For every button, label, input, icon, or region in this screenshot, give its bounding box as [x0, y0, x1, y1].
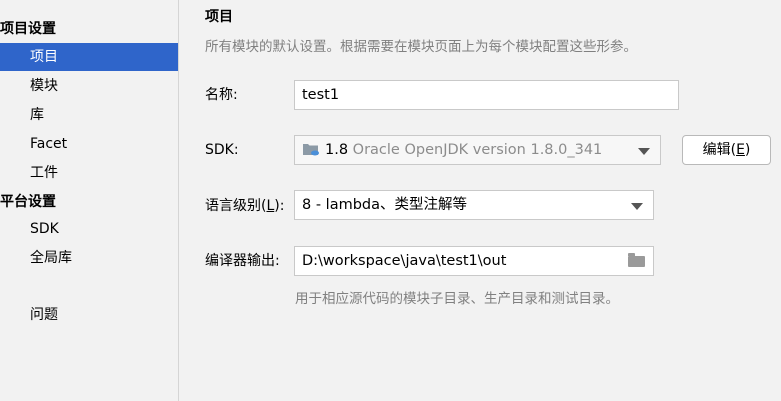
edit-button-mnemonic: E: [736, 142, 745, 158]
compiler-output-hint: 用于相应源代码的模块子目录、生产目录和测试目录。: [295, 291, 619, 307]
sidebar-item-problems[interactable]: 问题: [0, 301, 178, 329]
folder-browse-icon[interactable]: [628, 253, 645, 267]
project-settings-panel: 项目 所有模块的默认设置。根据需要在模块页面上为每个模块配置这些形参。 名称: …: [179, 0, 781, 401]
sidebar-item-modules[interactable]: 模块: [0, 72, 178, 100]
sidebar-item-libraries[interactable]: 库: [0, 101, 178, 129]
sdk-version-main: 1.8: [325, 142, 349, 158]
sidebar: 项目设置 项目 模块 库 Facet 工件 平台设置 SDK 全局库 问题: [0, 0, 179, 401]
project-name-value: test1: [302, 87, 340, 103]
name-label: 名称:: [205, 87, 238, 103]
compiler-output-label: 编译器输出:: [205, 253, 280, 269]
dropdown-arrow-icon: [631, 203, 643, 210]
language-level-label-prefix: 语言级别(: [205, 198, 267, 214]
language-level-label: 语言级别(L):: [205, 196, 284, 216]
sdk-label: SDK:: [205, 142, 239, 158]
sdk-version-detail: Oracle OpenJDK version 1.8.0_341: [352, 142, 603, 158]
page-title: 项目: [205, 9, 233, 25]
sdk-folder-icon: [302, 138, 320, 156]
sidebar-item-sdk[interactable]: SDK: [0, 215, 178, 243]
edit-sdk-button[interactable]: 编辑(E): [682, 135, 771, 165]
compiler-output-input[interactable]: D:\workspace\java\test1\out: [294, 246, 654, 276]
dropdown-arrow-icon: [638, 148, 650, 155]
language-level-label-suffix: ):: [274, 198, 285, 214]
language-level-dropdown[interactable]: 8 - lambda、类型注解等: [294, 190, 654, 220]
project-name-input[interactable]: test1: [294, 80, 679, 110]
page-description: 所有模块的默认设置。根据需要在模块页面上为每个模块配置这些形参。: [205, 39, 637, 55]
sidebar-item-artifacts[interactable]: 工件: [0, 159, 178, 187]
sidebar-item-project[interactable]: 项目: [0, 43, 178, 71]
sidebar-group-project-settings: 项目设置: [0, 21, 56, 37]
compiler-output-value: D:\workspace\java\test1\out: [302, 253, 507, 269]
edit-button-label-prefix: 编辑(: [702, 142, 737, 158]
sdk-dropdown[interactable]: 1.8 Oracle OpenJDK version 1.8.0_341: [294, 135, 661, 165]
sidebar-item-global-libraries[interactable]: 全局库: [0, 244, 178, 272]
sidebar-group-platform-settings: 平台设置: [0, 194, 56, 210]
sidebar-item-facets[interactable]: Facet: [0, 130, 178, 158]
language-level-value: 8 - lambda、类型注解等: [302, 197, 468, 213]
edit-button-label-suffix: ): [744, 142, 751, 158]
